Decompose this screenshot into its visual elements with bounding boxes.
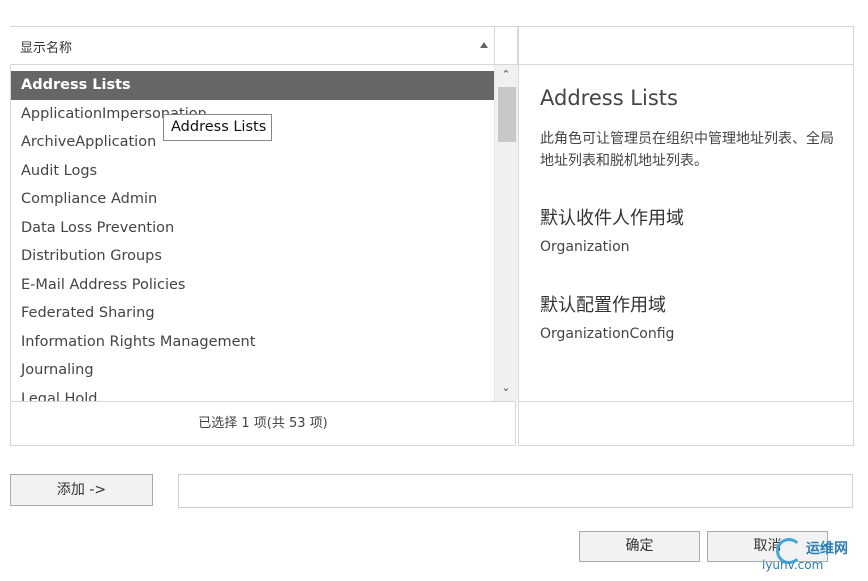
- ok-button[interactable]: 确定: [579, 531, 700, 562]
- list-item[interactable]: Legal Hold: [11, 385, 496, 402]
- add-button[interactable]: 添加 ->: [10, 474, 153, 506]
- details-description: 此角色可让管理员在组织中管理地址列表、全局地址列表和脱机地址列表。: [540, 131, 834, 169]
- scrollbar-thumb[interactable]: [498, 87, 516, 142]
- list-item[interactable]: E-Mail Address Policies: [11, 271, 496, 300]
- list-scrollbar[interactable]: ⌃ ⌄: [494, 65, 518, 401]
- list-item[interactable]: Federated Sharing: [11, 299, 496, 328]
- chevron-down-icon[interactable]: ⌄: [501, 382, 511, 393]
- watermark-url: iyunv.com: [762, 558, 824, 572]
- display-name-column-label: 显示名称: [20, 41, 73, 56]
- list-item[interactable]: Information Rights Management: [11, 328, 496, 357]
- role-details-pane: Address Lists 此角色可让管理员在组织中管理地址列表、全局地址列表和…: [518, 65, 854, 401]
- item-tooltip: Address Lists: [163, 114, 272, 141]
- list-column-header[interactable]: 显示名称: [10, 26, 494, 65]
- recipient-scope-heading: 默认收件人作用域: [540, 208, 684, 229]
- watermark: 运维网 iyunv.com: [758, 536, 868, 581]
- list-item[interactable]: Distribution Groups: [11, 242, 496, 271]
- recipient-scope-value: Organization: [540, 239, 630, 255]
- details-title: Address Lists: [540, 86, 678, 110]
- config-scope-heading: 默认配置作用域: [540, 295, 666, 316]
- config-scope-value: OrganizationConfig: [540, 326, 675, 342]
- list-item[interactable]: Audit Logs: [11, 157, 496, 186]
- selection-status: 已选择 1 项(共 53 项): [10, 401, 516, 446]
- selected-roles-field[interactable]: [178, 474, 853, 508]
- list-item[interactable]: Journaling: [11, 356, 496, 385]
- details-header-area: [518, 26, 854, 65]
- header-scroll-gutter: [494, 26, 518, 65]
- list-item[interactable]: Data Loss Prevention: [11, 214, 496, 243]
- list-item[interactable]: Address Lists: [11, 71, 496, 100]
- sort-ascending-icon[interactable]: [480, 42, 488, 48]
- chevron-up-icon[interactable]: ⌃: [501, 69, 511, 80]
- watermark-name: 运维网: [806, 541, 848, 557]
- details-footer-area: [518, 401, 854, 446]
- list-item[interactable]: Compliance Admin: [11, 185, 496, 214]
